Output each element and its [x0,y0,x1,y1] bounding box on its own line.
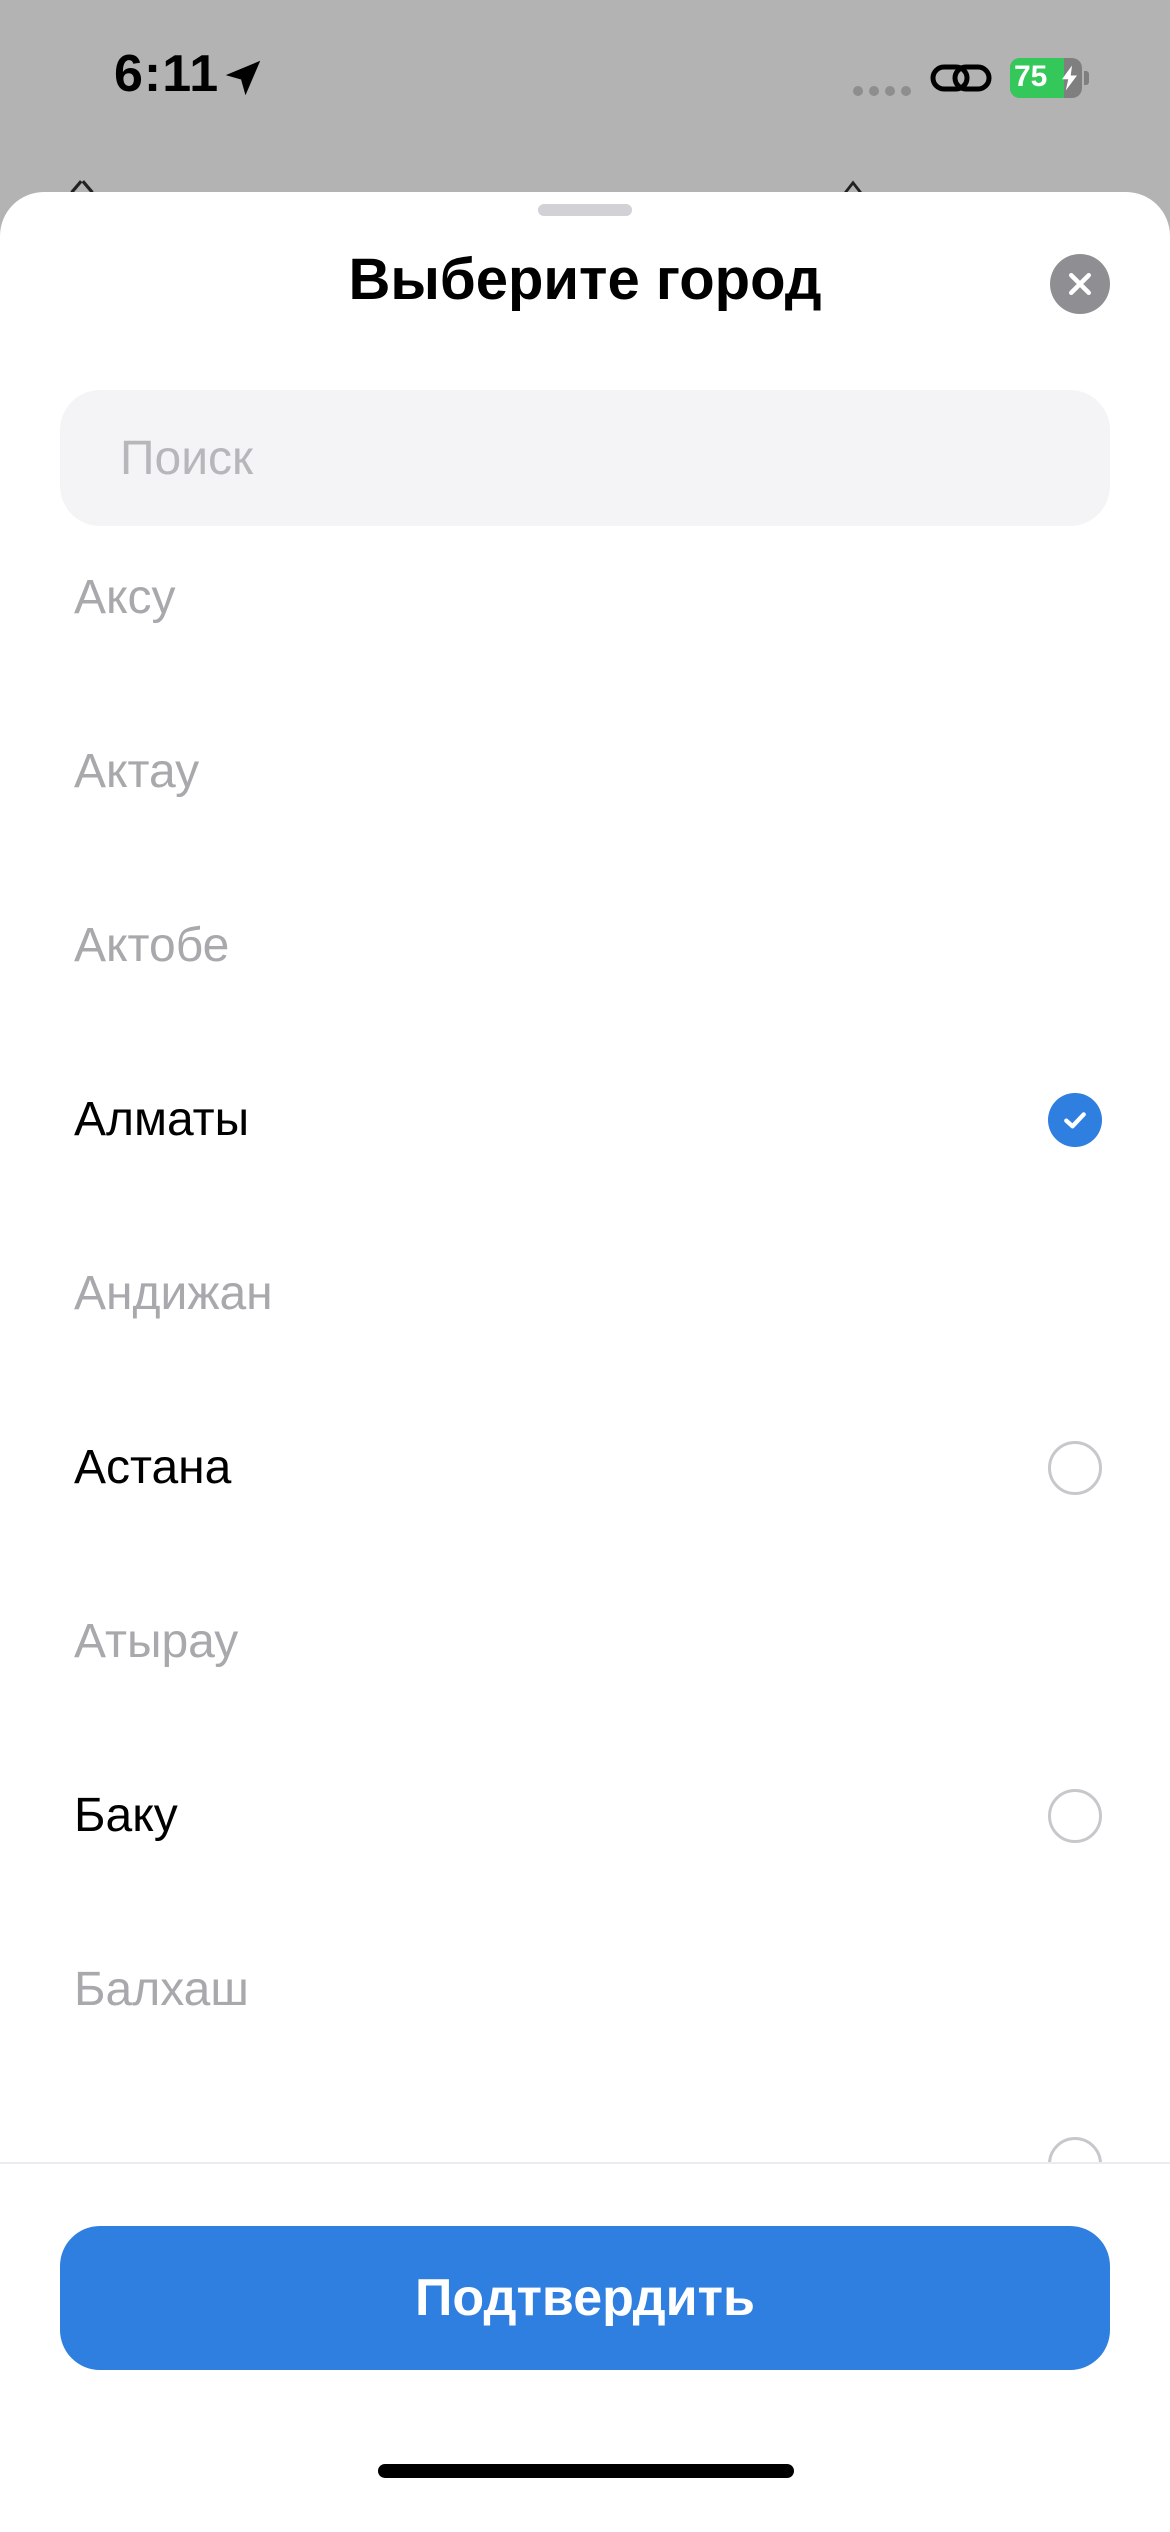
link-icon [930,64,992,92]
battery-percent: 75 [1014,60,1048,93]
location-arrow-icon [225,60,261,96]
radio-unchecked[interactable] [1048,1789,1102,1843]
city-label: Баку [74,1789,178,1842]
sheet-footer: Подтвердить [0,2162,1170,2532]
city-label: Актобе [74,919,230,972]
city-list[interactable]: Аксу Актау Актобе Алматы Андижан Астана Атырау… [0,542,1170,2357]
confirm-button[interactable]: Подтвердить [60,2226,1110,2370]
city-row: Балхаш [0,1934,1170,2108]
search-input[interactable] [120,390,1080,526]
status-bar: 6:11 75 [0,0,1170,170]
city-label: Аксу [74,571,176,624]
signal-dots-icon [853,86,911,96]
city-row[interactable]: Баку [0,1760,1170,1934]
checkmark-icon [1064,1112,1086,1129]
city-label: Балхаш [74,1963,249,2016]
battery-tip [1084,71,1089,85]
city-picker-sheet: Выберите город Аксу Актау Актобе Алматы Анди… [0,192,1170,2532]
city-row: Андижан [0,1238,1170,1412]
sheet-grabber[interactable] [538,204,632,216]
screen: 6:11 75 Выберите город Поиск Аксу Актау … [0,0,1170,2532]
city-label: Атырау [74,1615,239,1668]
radio-unchecked[interactable] [1048,1441,1102,1495]
bolt-icon [1062,65,1077,91]
sheet-title: Выберите город [348,247,822,312]
battery-body: 75 [1010,58,1082,98]
home-indicator [378,2464,794,2478]
city-row: Аксу [0,542,1170,716]
city-row: Атырау [0,1586,1170,1760]
city-row: Актобе [0,890,1170,1064]
battery-indicator: 75 [1010,58,1089,98]
city-row: Актау [0,716,1170,890]
close-icon [1069,273,1091,295]
radio-checked[interactable] [1048,1093,1102,1147]
city-label: Андижан [74,1267,273,1320]
city-label: Астана [74,1441,232,1494]
status-time: 6:11 [114,45,220,103]
city-label: Алматы [74,1093,250,1146]
city-label: Актау [74,745,200,798]
search-box [60,390,1110,526]
city-row[interactable]: Алматы [0,1064,1170,1238]
close-button[interactable] [1050,254,1110,314]
city-row[interactable]: Астана [0,1412,1170,1586]
